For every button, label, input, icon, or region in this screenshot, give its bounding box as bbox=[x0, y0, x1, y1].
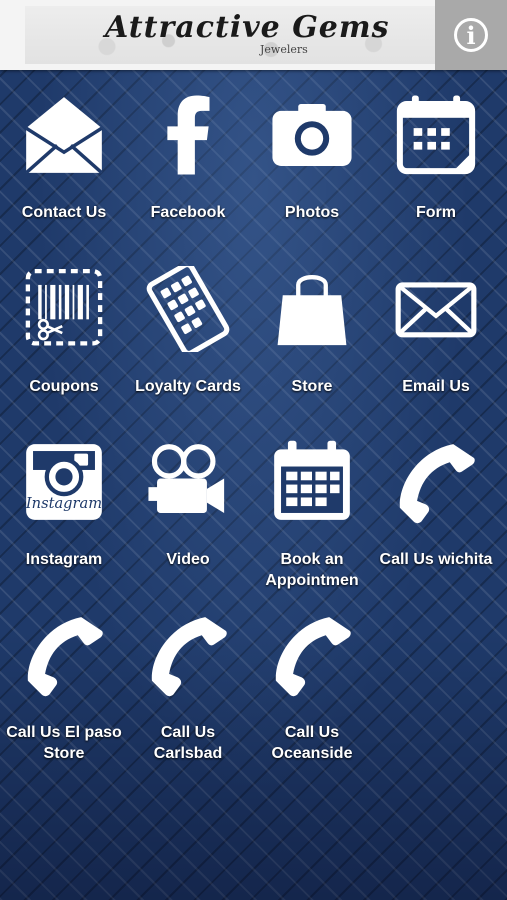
svg-text:Instagram: Instagram bbox=[25, 495, 102, 512]
tile-coupons[interactable]: Coupons bbox=[4, 264, 124, 434]
instagram-icon: Instagram bbox=[19, 437, 109, 527]
tile-loyalty-cards[interactable]: Loyalty Cards bbox=[128, 264, 248, 434]
info-icon: i bbox=[454, 18, 488, 52]
calendar-form-icon bbox=[391, 90, 481, 180]
tile-email-us[interactable]: Email Us bbox=[376, 264, 496, 434]
tile-label: Call Us Carlsbad bbox=[153, 724, 223, 762]
tile-label: Facebook bbox=[150, 204, 226, 221]
info-button[interactable]: i bbox=[435, 0, 507, 70]
tile-photos[interactable]: Photos bbox=[252, 90, 372, 260]
tile-label: Contact Us bbox=[21, 204, 107, 221]
phone-icon bbox=[391, 437, 481, 527]
envelope-open-icon bbox=[19, 90, 109, 180]
logo-title: Attractive Gems bbox=[105, 10, 390, 45]
tile-call-us-oceanside[interactable]: Call Us Oceanside bbox=[252, 610, 372, 780]
loyalty-card-icon bbox=[143, 264, 233, 354]
tile-instagram[interactable]: Instagram Instagram bbox=[4, 437, 124, 607]
phone-icon bbox=[143, 610, 233, 700]
tile-label: Photos bbox=[284, 204, 340, 221]
attractive-gems-logo: Attractive Gems Jewelers bbox=[25, 6, 435, 64]
app-header: Attractive Gems Jewelers i bbox=[0, 0, 507, 70]
camera-icon bbox=[267, 90, 357, 180]
tile-label: Email Us bbox=[402, 378, 470, 395]
tile-label: Call Us wichita bbox=[379, 551, 493, 568]
tile-facebook[interactable]: Facebook bbox=[128, 90, 248, 260]
tile-label: Loyalty Cards bbox=[135, 378, 241, 395]
coupon-scissors-icon bbox=[19, 264, 109, 354]
tile-call-us-el-paso[interactable]: Call Us El paso Store bbox=[4, 610, 124, 780]
tile-label: Instagram bbox=[25, 551, 103, 568]
phone-icon bbox=[19, 610, 109, 700]
tile-label: Call Us Oceanside bbox=[271, 724, 353, 762]
logo-subtitle: Jewelers bbox=[260, 43, 308, 56]
tile-form[interactable]: Form bbox=[376, 90, 496, 260]
video-camera-icon bbox=[143, 437, 233, 527]
envelope-icon bbox=[391, 264, 481, 354]
tile-video[interactable]: Video bbox=[128, 437, 248, 607]
phone-icon bbox=[267, 610, 357, 700]
tile-contact-us[interactable]: Contact Us bbox=[4, 90, 124, 260]
tile-store[interactable]: Store bbox=[252, 264, 372, 434]
tile-label: Video bbox=[166, 551, 210, 568]
tile-label: Store bbox=[291, 378, 333, 395]
tile-label: Book an Appointmen bbox=[265, 551, 359, 589]
tile-call-us-carlsbad[interactable]: Call Us Carlsbad bbox=[128, 610, 248, 780]
tile-label: Coupons bbox=[29, 378, 99, 395]
shopping-bag-icon bbox=[267, 264, 357, 354]
facebook-icon bbox=[143, 90, 233, 180]
tile-label: Call Us El paso Store bbox=[6, 724, 122, 762]
tile-call-us-wichita[interactable]: Call Us wichita bbox=[376, 437, 496, 607]
tile-book-appointment[interactable]: Book an Appointmen bbox=[252, 437, 372, 607]
calendar-icon bbox=[267, 437, 357, 527]
tile-label: Form bbox=[416, 204, 456, 221]
